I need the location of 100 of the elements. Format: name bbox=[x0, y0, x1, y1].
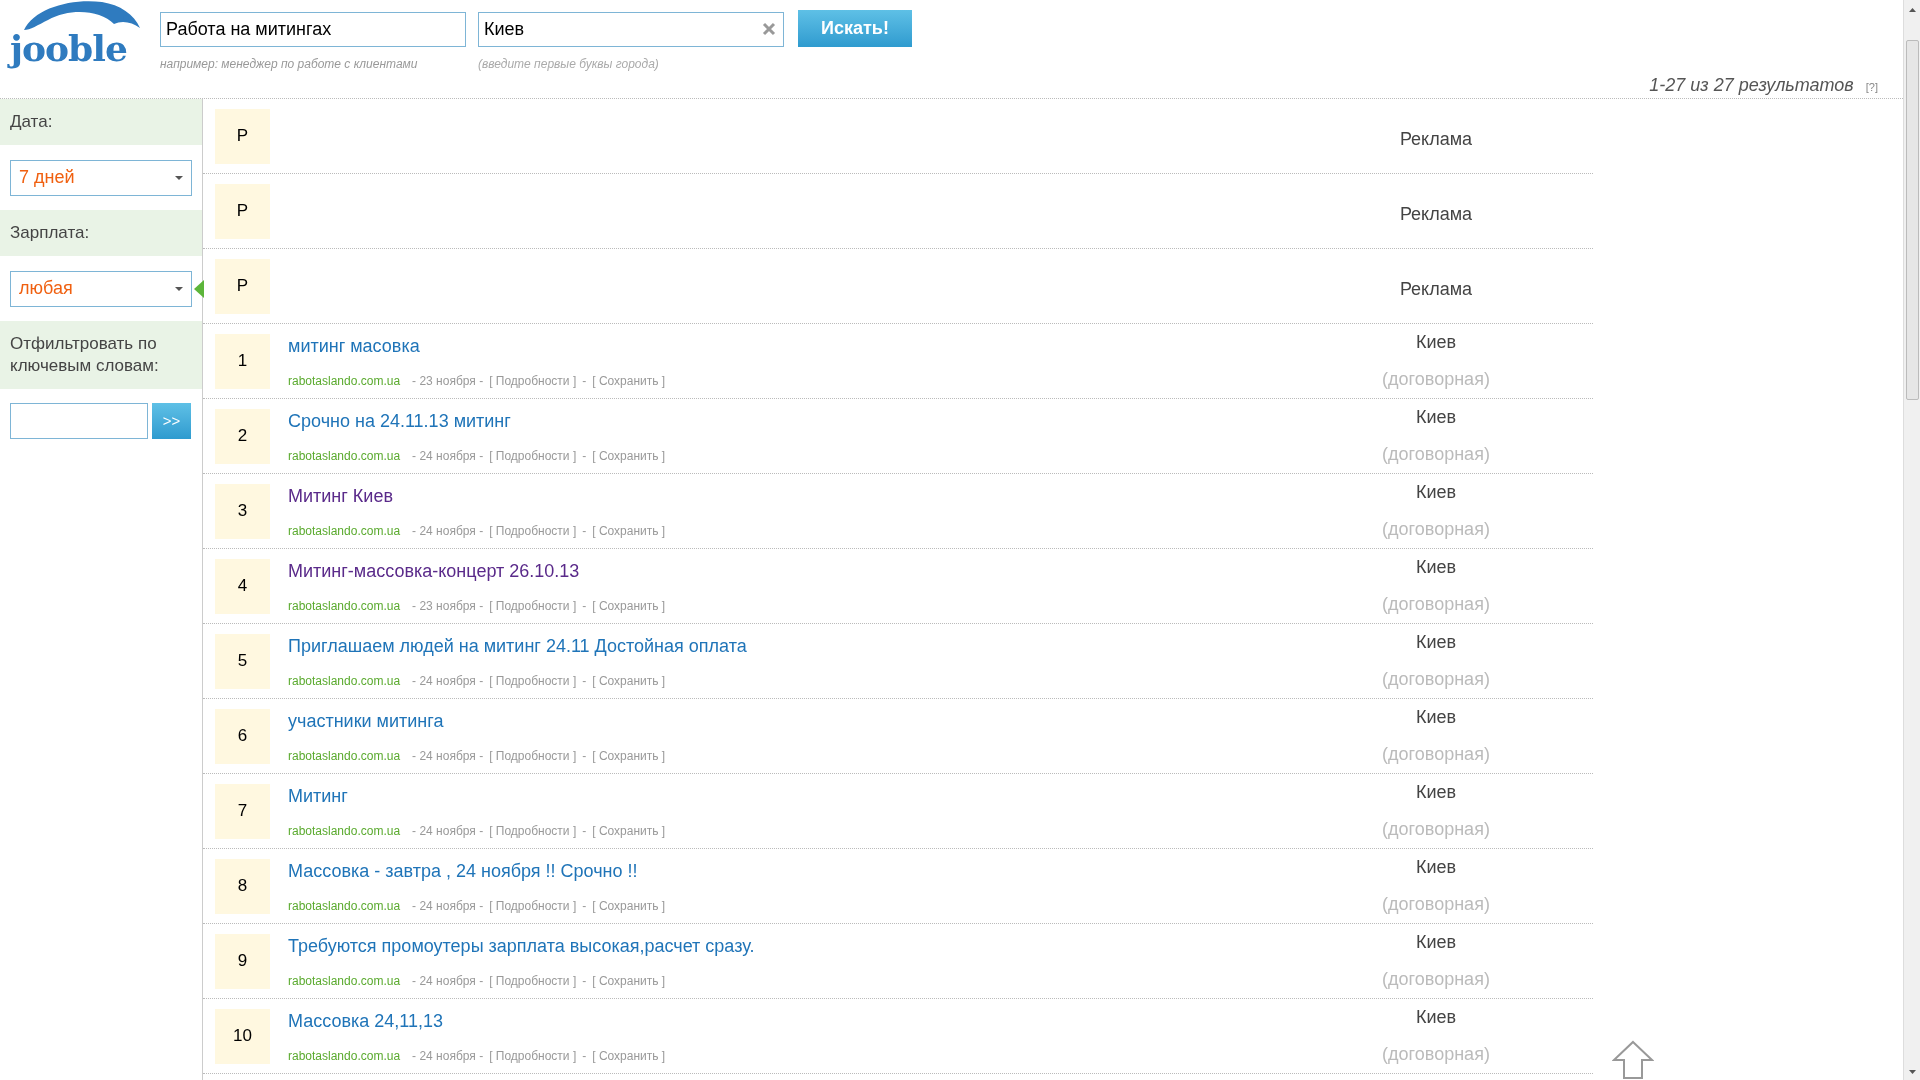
salary-text: (договорная) bbox=[1382, 1043, 1490, 1066]
pointer-icon bbox=[194, 280, 204, 298]
save-link[interactable]: [ Сохранить ] bbox=[592, 821, 666, 840]
separator-text: - bbox=[582, 447, 587, 465]
details-link[interactable]: [ Подробности ] bbox=[489, 521, 577, 540]
source-link[interactable]: rabotaslando.com.ua bbox=[288, 521, 401, 540]
details-link[interactable]: [ Подробности ] bbox=[489, 671, 577, 690]
scroll-down-icon[interactable] bbox=[1908, 1070, 1916, 1074]
separator-text: - bbox=[582, 372, 587, 390]
salary-text: (договорная) bbox=[1382, 368, 1490, 391]
save-link[interactable]: [ Сохранить ] bbox=[592, 521, 666, 540]
salary-text: (договорная) bbox=[1382, 743, 1490, 766]
city-text: Киев bbox=[1415, 331, 1457, 354]
result-number: Р bbox=[215, 183, 270, 239]
dropdown[interactable]: любая bbox=[10, 270, 192, 307]
result-number: 10 bbox=[215, 1008, 270, 1064]
salary-text: (договорная) bbox=[1382, 443, 1490, 466]
date-text: - 23 ноября - bbox=[412, 597, 484, 615]
save-link[interactable]: [ Сохранить ] bbox=[592, 746, 666, 765]
job-title-link[interactable]: участники митинга bbox=[288, 707, 444, 735]
separator-text: - bbox=[582, 522, 587, 540]
save-link[interactable]: [ Сохранить ] bbox=[592, 371, 666, 390]
job-title-link[interactable]: Массовка - завтра , 24 ноября !! Срочно !! bbox=[288, 857, 638, 885]
clear-icon[interactable] bbox=[762, 22, 776, 36]
keyword-field[interactable] bbox=[10, 403, 148, 439]
help-link[interactable]: [?] bbox=[1865, 79, 1878, 96]
search-button[interactable]: Искать! bbox=[798, 10, 912, 47]
source-link[interactable]: rabotaslando.com.ua bbox=[288, 446, 401, 465]
save-link[interactable]: [ Сохранить ] bbox=[592, 1046, 666, 1065]
details-link[interactable]: [ Подробности ] bbox=[489, 821, 577, 840]
source-link[interactable]: rabotaslando.com.ua bbox=[288, 971, 401, 990]
details-link[interactable]: [ Подробности ] bbox=[489, 446, 577, 465]
ad-label: Реклама bbox=[1398, 202, 1474, 226]
results-count: 1-27 из 27 результатов bbox=[1649, 74, 1854, 97]
city-text: Киев bbox=[1415, 631, 1457, 654]
source-link[interactable]: rabotaslando.com.ua bbox=[288, 596, 401, 615]
city-search-field[interactable]: Киев bbox=[478, 12, 784, 47]
details-link[interactable]: [ Подробности ] bbox=[489, 971, 577, 990]
result-number: 9 bbox=[215, 933, 270, 989]
save-link[interactable]: [ Сохранить ] bbox=[592, 446, 666, 465]
date-text: - 24 ноября - bbox=[412, 822, 484, 840]
date-text: - 24 ноября - bbox=[412, 972, 484, 990]
salary-text: (договорная) bbox=[1382, 668, 1490, 691]
filter-label: Дата: bbox=[0, 99, 202, 145]
filter-label: Отфильтровать по ключевым словам: bbox=[0, 321, 202, 389]
source-link[interactable]: rabotaslando.com.ua bbox=[288, 746, 401, 765]
source-link[interactable]: rabotaslando.com.ua bbox=[288, 671, 401, 690]
separator-text: - bbox=[582, 822, 587, 840]
ad-label: Реклама bbox=[1398, 277, 1474, 301]
ad-label: Реклама bbox=[1398, 127, 1474, 151]
scrollbar[interactable] bbox=[1903, 0, 1920, 1080]
save-link[interactable]: [ Сохранить ] bbox=[592, 671, 666, 690]
hint-text: (введите первые буквы города) bbox=[478, 56, 659, 73]
city-text: Киев bbox=[1415, 556, 1457, 579]
job-title-link[interactable]: Митинг bbox=[288, 782, 348, 810]
salary-text: (договорная) bbox=[1382, 518, 1490, 541]
scroll-to-top-icon[interactable] bbox=[1612, 1040, 1654, 1080]
result-number: 7 bbox=[215, 783, 270, 839]
details-link[interactable]: [ Подробности ] bbox=[489, 371, 577, 390]
job-search-field[interactable]: Работа на митингах bbox=[160, 12, 466, 47]
job-title-link[interactable]: Митинг Киев bbox=[288, 482, 393, 510]
apply-button[interactable]: >> bbox=[152, 403, 191, 439]
job-title-link[interactable]: Срочно на 24.11.13 митинг bbox=[288, 407, 511, 435]
scroll-up-icon[interactable] bbox=[1908, 8, 1916, 12]
dropdown[interactable]: 7 дней bbox=[10, 159, 192, 196]
source-link[interactable]: rabotaslando.com.ua bbox=[288, 1046, 401, 1065]
source-link[interactable]: rabotaslando.com.ua bbox=[288, 371, 401, 390]
separator-text: - bbox=[582, 972, 587, 990]
date-text: - 24 ноября - bbox=[412, 447, 484, 465]
result-number: 5 bbox=[215, 633, 270, 689]
scrollbar-thumb[interactable] bbox=[1905, 40, 1919, 400]
job-title-link[interactable]: митинг масовка bbox=[288, 332, 420, 360]
details-link[interactable]: [ Подробности ] bbox=[489, 596, 577, 615]
separator-text: - bbox=[582, 1047, 587, 1065]
save-link[interactable]: [ Сохранить ] bbox=[592, 596, 666, 615]
date-text: - 23 ноября - bbox=[412, 372, 484, 390]
job-title-link[interactable]: Митинг-массовка-концерт 26.10.13 bbox=[288, 557, 580, 585]
separator-text: - bbox=[582, 747, 587, 765]
details-link[interactable]: [ Подробности ] bbox=[489, 746, 577, 765]
save-link[interactable]: [ Сохранить ] bbox=[592, 896, 666, 915]
details-link[interactable]: [ Подробности ] bbox=[489, 1046, 577, 1065]
job-title-link[interactable]: Требуются промоутеры зарплата высокая,расчет сразу. bbox=[288, 932, 755, 960]
date-text: - 24 ноября - bbox=[412, 897, 484, 915]
date-text: - 24 ноября - bbox=[412, 747, 484, 765]
city-text: Киев bbox=[1415, 781, 1457, 804]
city-text: Киев bbox=[1415, 481, 1457, 504]
job-title-link[interactable]: Приглашаем людей на митинг 24.11 Достойная оплата bbox=[288, 632, 747, 660]
city-text: Киев bbox=[1415, 1006, 1457, 1029]
result-number: 6 bbox=[215, 708, 270, 764]
city-text: Киев bbox=[1415, 706, 1457, 729]
source-link[interactable]: rabotaslando.com.ua bbox=[288, 821, 401, 840]
result-number: 2 bbox=[215, 408, 270, 464]
job-title-link[interactable]: Массовка 24,11,13 bbox=[288, 1007, 443, 1035]
city-text: Киев bbox=[1415, 931, 1457, 954]
details-link[interactable]: [ Подробности ] bbox=[489, 896, 577, 915]
save-link[interactable]: [ Сохранить ] bbox=[592, 971, 666, 990]
result-number: Р bbox=[215, 258, 270, 314]
source-link[interactable]: rabotaslando.com.ua bbox=[288, 896, 401, 915]
city-text: Киев bbox=[1415, 856, 1457, 879]
hint-text: например: менеджер по работе с клиентами bbox=[160, 56, 418, 73]
